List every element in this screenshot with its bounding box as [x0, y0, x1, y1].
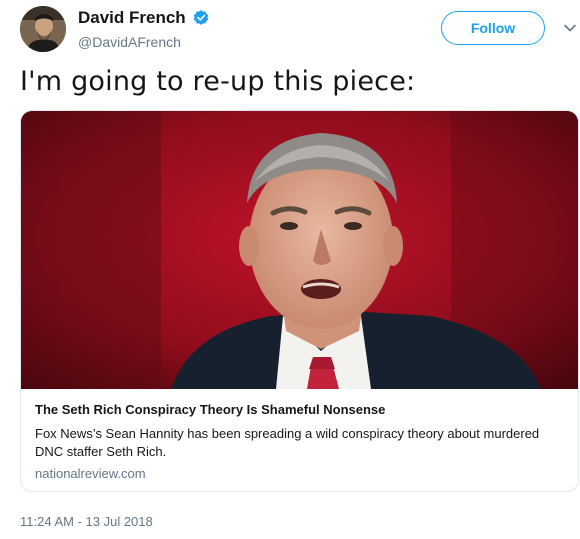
card-description: Fox News’s Sean Hannity has been spreadi…	[35, 426, 540, 459]
display-name[interactable]: David French	[78, 8, 186, 28]
verified-badge-icon	[193, 10, 208, 25]
tweet-text: I'm going to re-up this piece:	[20, 66, 416, 97]
user-handle[interactable]: @DavidAFrench	[78, 34, 181, 50]
user-name-row: David French	[78, 8, 210, 28]
tweet-timestamp[interactable]: 11:24 AM - 13 Jul 2018	[20, 514, 153, 529]
follow-button[interactable]: Follow	[441, 11, 545, 45]
chevron-down-icon[interactable]	[562, 20, 578, 36]
avatar-portrait	[20, 6, 66, 52]
avatar[interactable]	[20, 6, 66, 52]
card-title[interactable]: The Seth Rich Conspiracy Theory Is Shame…	[35, 402, 564, 417]
card-body: The Seth Rich Conspiracy Theory Is Shame…	[35, 402, 564, 481]
link-card[interactable]: The Seth Rich Conspiracy Theory Is Shame…	[20, 110, 579, 492]
card-domain[interactable]: nationalreview.com	[35, 466, 564, 481]
card-image[interactable]	[21, 111, 578, 389]
